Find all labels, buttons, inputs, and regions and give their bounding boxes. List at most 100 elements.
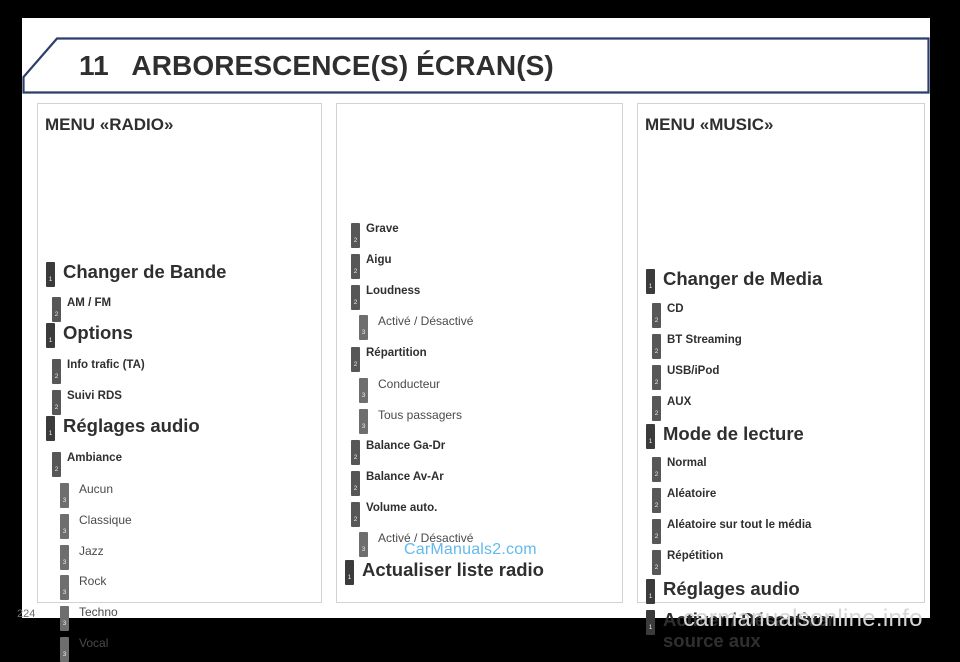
menu-item-level-3[interactable]: 3 Conducteur — [359, 378, 609, 403]
menu-item-label: Aléatoire sur tout le média — [667, 519, 812, 531]
level-marker-2: 2 — [52, 359, 61, 384]
level-marker-2: 2 — [652, 303, 661, 328]
level-marker-3: 3 — [60, 606, 69, 631]
panel-menu-radio: MENU «RADIO» 1 Changer de Bande 2 AM / FM 1 O… — [37, 103, 322, 662]
level-marker-1: 1 — [46, 416, 55, 441]
tree-menu-radio: 1 Changer de Bande 2 AM / FM 1 Options 2 Info t… — [38, 104, 321, 662]
level-marker-2: 2 — [52, 390, 61, 415]
menu-item-label: Aléatoire — [667, 488, 717, 500]
menu-item-level-2[interactable]: 2 CD — [652, 303, 900, 328]
level-marker-1: 1 — [46, 262, 55, 287]
menu-item-label: Normal — [667, 457, 707, 469]
menu-item-label: Mode de lecture — [663, 423, 804, 444]
level-marker-3: 3 — [60, 514, 69, 539]
watermark-carmanuals2: CarManuals2.com — [404, 541, 537, 558]
menu-item-level-1[interactable]: 1 Options — [46, 322, 308, 348]
menu-item-label: AM / FM — [67, 297, 112, 309]
menu-item-level-1[interactable]: 1 Actualiser liste radio — [345, 559, 609, 585]
level-marker-3: 3 — [60, 575, 69, 600]
menu-item-label: Suivi RDS — [67, 390, 122, 402]
menu-item-level-3[interactable]: 3 Tous passagers — [359, 409, 609, 434]
menu-item-label: Classique — [79, 513, 132, 527]
menu-item-level-2[interactable]: 2 AM / FM — [52, 297, 308, 322]
menu-item-level-3[interactable]: 3 Vocal — [60, 637, 308, 662]
level-marker-2: 2 — [351, 223, 360, 248]
menu-item-label: Options — [63, 322, 133, 343]
menu-item-level-2[interactable]: 2 BT Streaming — [652, 334, 900, 359]
menu-item-level-2[interactable]: 2 Répétition — [652, 550, 900, 575]
menu-item-label: Réglages audio — [663, 578, 800, 599]
level-marker-2: 2 — [652, 488, 661, 513]
menu-item-label: Changer de Media — [663, 268, 823, 289]
menu-item-level-3[interactable]: 3 Aucun — [60, 483, 308, 508]
level-marker-2: 2 — [351, 440, 360, 465]
menu-item-level-1[interactable]: 1 Réglages audio — [646, 578, 900, 604]
menu-item-level-2[interactable]: 2 Info trafic (TA) — [52, 359, 308, 384]
menu-item-level-1[interactable]: 1 Réglages audio — [46, 415, 308, 441]
level-marker-3: 3 — [60, 545, 69, 570]
level-marker-2: 2 — [351, 471, 360, 496]
level-marker-1: 1 — [646, 424, 655, 449]
level-marker-3: 3 — [359, 378, 368, 403]
level-marker-2: 2 — [652, 396, 661, 421]
level-marker-2: 2 — [652, 365, 661, 390]
menu-item-level-2[interactable]: 2 Loudness — [351, 285, 609, 310]
watermark-carmanualsonline: carmanualsonline.info — [683, 605, 923, 632]
menu-item-level-2[interactable]: 2 Aléatoire — [652, 488, 900, 513]
menu-item-label: Actualiser liste radio — [362, 559, 544, 580]
menu-item-level-2[interactable]: 2 Volume auto. — [351, 502, 609, 527]
level-marker-3: 3 — [359, 532, 368, 557]
menu-item-level-2[interactable]: 2 Normal — [652, 457, 900, 482]
menu-item-level-2[interactable]: 2 Grave — [351, 223, 609, 248]
menu-item-label: Réglages audio — [63, 415, 200, 436]
menu-item-label: Balance Av-Ar — [366, 471, 444, 483]
menu-item-level-2[interactable]: 2 Aigu — [351, 254, 609, 279]
menu-item-label: Rock — [79, 574, 107, 588]
chapter-header: 11 ARBORESCENCE(S) ÉCRAN(S) — [22, 37, 930, 94]
menu-item-label: Jazz — [79, 544, 104, 558]
menu-item-label: Tous passagers — [378, 408, 463, 422]
menu-item-label: Grave — [366, 223, 399, 235]
menu-item-label: Balance Ga-Dr — [366, 440, 446, 452]
panel-menu-music: MENU «MUSIC» 1 Changer de Media 2 CD 2 BT Str… — [637, 103, 925, 651]
menu-item-label: Répartition — [366, 347, 427, 359]
level-marker-3: 3 — [60, 637, 69, 662]
menu-item-level-2[interactable]: 2 Balance Ga-Dr — [351, 440, 609, 465]
menu-item-label: Volume auto. — [366, 502, 438, 514]
tree-menu-radio-continued: 2 Grave 2 Aigu 2 Loudness 3 Activé / Désactivé 2… — [337, 104, 622, 602]
menu-item-label: Vocal — [79, 636, 109, 650]
menu-item-label: BT Streaming — [667, 334, 742, 346]
menu-item-level-1[interactable]: 1 Changer de Bande — [46, 261, 308, 287]
level-marker-1: 1 — [646, 610, 655, 635]
menu-item-level-1[interactable]: 1 Changer de Media — [646, 268, 900, 294]
level-marker-2: 2 — [652, 519, 661, 544]
menu-item-level-1[interactable]: 1 Mode de lecture — [646, 423, 900, 449]
menu-item-level-3[interactable]: 3 Rock — [60, 575, 308, 600]
menu-item-label: Changer de Bande — [63, 261, 227, 282]
menu-item-label: Techno — [79, 605, 118, 619]
menu-item-label: Activé / Désactivé — [378, 314, 474, 328]
menu-item-level-2[interactable]: 2 Ambiance — [52, 452, 308, 477]
menu-item-level-2[interactable]: 2 Répartition — [351, 347, 609, 372]
menu-item-level-3[interactable]: 3 Classique — [60, 514, 308, 539]
menu-item-level-2[interactable]: 2 Balance Av-Ar — [351, 471, 609, 496]
menu-item-level-3[interactable]: 3 Activé / Désactivé — [359, 315, 609, 340]
menu-item-label: Info trafic (TA) — [67, 359, 145, 371]
menu-item-label: Aucun — [79, 482, 114, 496]
level-marker-2: 2 — [351, 347, 360, 372]
menu-item-level-3[interactable]: 3 Jazz — [60, 545, 308, 570]
menu-item-label: Loudness — [366, 285, 421, 297]
menu-item-level-2[interactable]: 2 Suivi RDS — [52, 390, 308, 415]
menu-item-level-3[interactable]: 3 Techno — [60, 606, 308, 631]
level-marker-2: 2 — [351, 254, 360, 279]
menu-item-level-2[interactable]: 2 USB/iPod — [652, 365, 900, 390]
level-marker-2: 2 — [652, 550, 661, 575]
menu-item-level-2[interactable]: 2 Aléatoire sur tout le média — [652, 519, 900, 544]
tree-menu-music: 1 Changer de Media 2 CD 2 BT Streaming 2 USB/iP… — [638, 104, 924, 651]
menu-item-level-2[interactable]: 2 AUX — [652, 396, 900, 421]
level-marker-2: 2 — [652, 457, 661, 482]
level-marker-1: 1 — [46, 323, 55, 348]
level-marker-2: 2 — [652, 334, 661, 359]
level-marker-3: 3 — [359, 409, 368, 434]
level-marker-1: 1 — [646, 269, 655, 294]
